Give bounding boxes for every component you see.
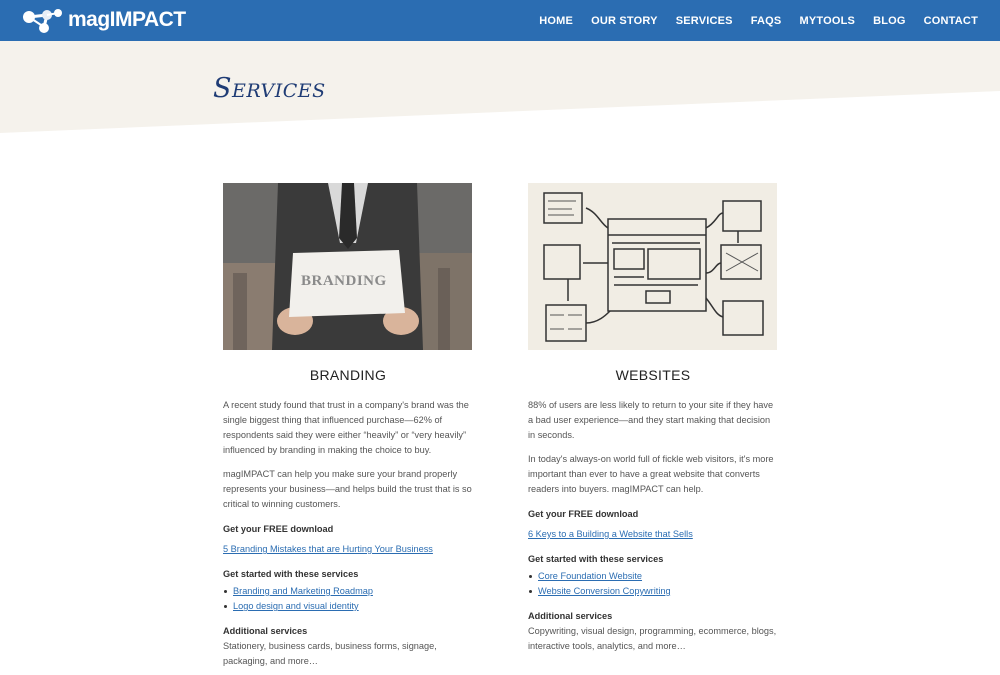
websites-additional-heading: Additional services <box>528 611 613 621</box>
branding-download-heading: Get your FREE download <box>223 524 334 534</box>
nav-home[interactable]: HOME <box>539 15 573 27</box>
nav-services[interactable]: SERVICES <box>676 15 733 27</box>
nav-contact[interactable]: CONTACT <box>924 15 978 27</box>
websites-services-list: Core Foundation Website Website Conversi… <box>528 569 778 599</box>
branding-column: BRANDING BRANDING A recent study found t… <box>223 183 473 669</box>
hero-band <box>0 41 1000 133</box>
list-item: Core Foundation Website <box>528 569 778 584</box>
branding-download-link[interactable]: 5 Branding Mistakes that are Hurting You… <box>223 542 433 557</box>
branding-services-heading: Get started with these services <box>223 569 359 579</box>
page-title: Services <box>213 73 326 104</box>
branding-paragraph: magIMPACT can help you make sure your br… <box>223 469 472 509</box>
websites-column: WEBSITES 88% of users are less likely to… <box>528 183 778 654</box>
service-link-core-foundation[interactable]: Core Foundation Website <box>538 571 642 581</box>
branding-services-list: Branding and Marketing Roadmap Logo desi… <box>223 584 473 614</box>
list-item: Logo design and visual identity <box>223 599 473 614</box>
websites-download-link[interactable]: 6 Keys to a Building a Website that Sell… <box>528 527 693 542</box>
nav-blog[interactable]: BLOG <box>873 15 906 27</box>
molecule-logo-icon <box>23 9 62 33</box>
branding-heading: BRANDING <box>309 367 387 383</box>
branding-additional-text: Stationery, business cards, business for… <box>223 641 437 666</box>
nav-faqs[interactable]: FAQS <box>751 15 782 27</box>
websites-paragraph: In today's always-on world full of fickl… <box>528 454 774 494</box>
websites-heading: WEBSITES <box>615 367 691 383</box>
websites-download-heading: Get your FREE download <box>528 509 639 519</box>
branding-image-text: BRANDING <box>301 273 387 289</box>
branding-image: BRANDING <box>223 183 472 350</box>
site-header: magIMPACT HOME OUR STORY SERVICES FAQS M… <box>0 0 1000 41</box>
service-link-logo-design[interactable]: Logo design and visual identity <box>233 601 359 611</box>
nav-mytools[interactable]: MYTOOLS <box>799 15 855 27</box>
nav-our-story[interactable]: OUR STORY <box>591 15 658 27</box>
site-logo[interactable]: magIMPACT <box>20 5 186 35</box>
service-link-roadmap[interactable]: Branding and Marketing Roadmap <box>233 586 373 596</box>
main-nav: HOME OUR STORY SERVICES FAQS MYTOOLS BLO… <box>521 0 978 41</box>
branding-additional-heading: Additional services <box>223 626 308 636</box>
service-link-conversion-copywriting[interactable]: Website Conversion Copywriting <box>538 586 671 596</box>
brand-name: magIMPACT <box>68 8 186 31</box>
websites-additional-text: Copywriting, visual design, programming,… <box>528 626 777 651</box>
websites-sketch-image <box>528 183 777 350</box>
list-item: Website Conversion Copywriting <box>528 584 778 599</box>
list-item: Branding and Marketing Roadmap <box>223 584 473 599</box>
websites-services-heading: Get started with these services <box>528 554 664 564</box>
branding-intro: A recent study found that trust in a com… <box>223 400 469 455</box>
websites-intro: 88% of users are less likely to return t… <box>528 400 774 440</box>
